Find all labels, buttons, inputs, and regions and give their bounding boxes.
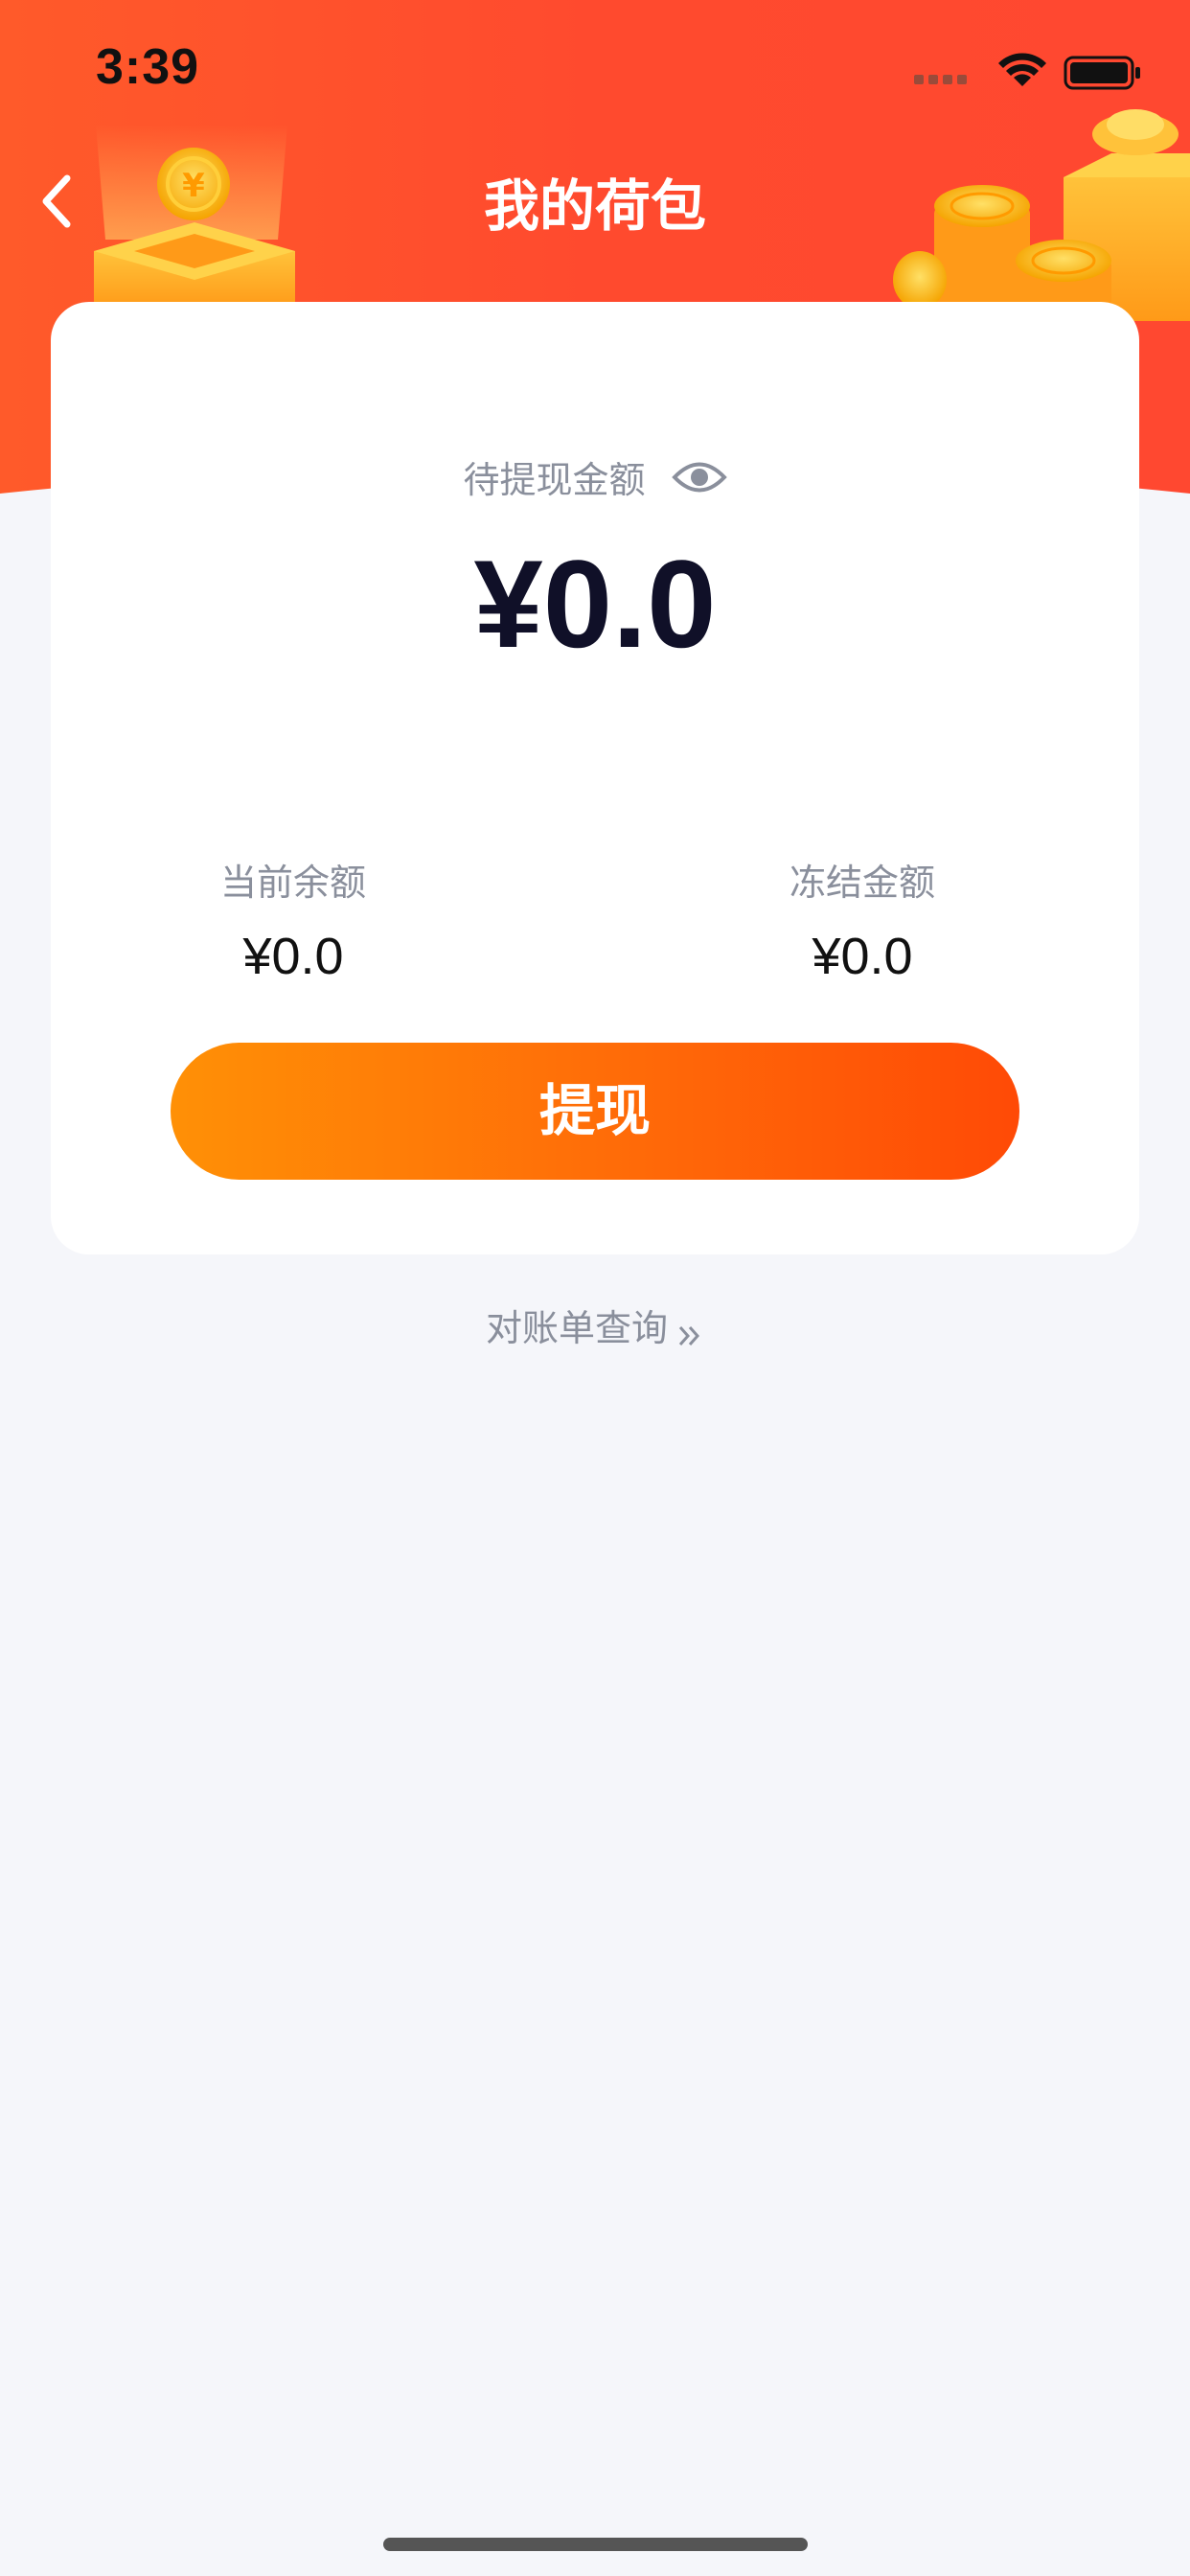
- frozen-amount-label: 冻结金额: [789, 862, 935, 904]
- withdraw-button[interactable]: 提现: [171, 1043, 1019, 1180]
- eye-icon[interactable]: [671, 457, 727, 497]
- frozen-amount-value: ¥0.0: [812, 928, 913, 985]
- current-balance-label: 当前余额: [219, 862, 366, 904]
- status-time: 3:39: [96, 39, 200, 95]
- cellular-signal-icon: [914, 75, 967, 84]
- battery-icon: [1064, 56, 1140, 90]
- current-balance-value: ¥0.0: [242, 928, 344, 985]
- page-title: 我的荷包: [483, 173, 706, 239]
- wallet-screen: ¥ 3:39 我的荷包 待提现金额 ¥0.0 当前余额 ¥0.0 冻结金额 ¥0…: [0, 0, 1190, 2576]
- wifi-icon: [998, 53, 1046, 86]
- home-indicator: [383, 2538, 808, 2551]
- status-bar: 3:39: [0, 0, 1190, 134]
- statement-query-link[interactable]: 对账单查询: [0, 1299, 1190, 1351]
- pending-label-row: 待提现金额: [51, 450, 1139, 508]
- statement-query-label: 对账单查询: [485, 1307, 668, 1349]
- double-chevron-right-icon: [675, 1317, 704, 1346]
- status-icons: [885, 48, 1144, 96]
- current-balance: 当前余额 ¥0.0: [149, 853, 437, 986]
- frozen-amount: 冻结金额 ¥0.0: [719, 853, 1006, 986]
- pending-amount-label: 待提现金额: [463, 459, 646, 501]
- wallet-card: 待提现金额 ¥0.0 当前余额 ¥0.0 冻结金额 ¥0.0 提现: [51, 302, 1139, 1254]
- pending-amount-value: ¥0.0: [473, 534, 717, 674]
